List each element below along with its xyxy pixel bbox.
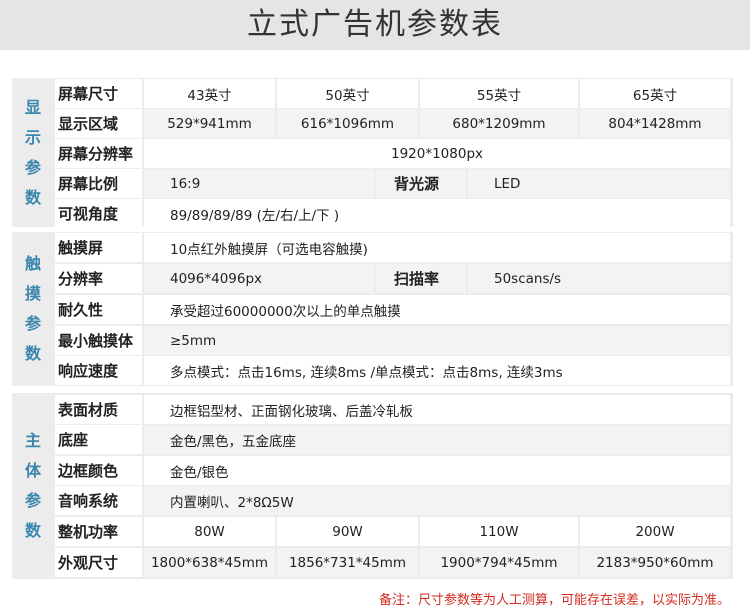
- durability-label: 耐久性: [55, 295, 142, 324]
- dimensions-value: 1800*638*45mm: [144, 548, 275, 577]
- screen-size-value: 43英寸: [144, 79, 275, 108]
- backlight-value: LED: [468, 169, 730, 198]
- min-touch-body-label: 最小触摸体: [55, 326, 142, 355]
- page-title: 立式广告机参数表: [247, 7, 503, 42]
- touch-screen-label: 触摸屏: [55, 233, 142, 262]
- frame-color-value: 金色/银色: [144, 456, 730, 485]
- screen-ratio-label: 屏幕比例: [55, 169, 142, 198]
- touch-resolution-label: 分辨率: [55, 264, 142, 293]
- viewing-angle-value: 89/89/89/89 (左/右/上/下 ): [144, 199, 730, 228]
- display-area-value: 616*1096mm: [277, 109, 418, 138]
- base-label: 底座: [55, 425, 142, 454]
- power-value: 110W: [420, 517, 578, 546]
- display-area-value: 680*1209mm: [420, 109, 578, 138]
- screen-resolution-label: 屏幕分辨率: [55, 139, 142, 168]
- screen-size-value: 50英寸: [277, 79, 418, 108]
- scan-rate-label: 扫描率: [376, 264, 466, 293]
- screen-size-value: 65英寸: [580, 79, 730, 108]
- backlight-label: 背光源: [376, 169, 466, 198]
- display-area-label: 显示区域: [55, 109, 142, 138]
- frame-color-label: 边框颜色: [55, 456, 142, 485]
- touch-section-label: 触 摸 参 数: [24, 254, 41, 363]
- screen-size-label: 屏幕尺寸: [55, 79, 142, 108]
- surface-material-value: 边框铝型材、正面钢化玻璃、后盖冷轧板: [144, 395, 730, 424]
- durability-value: 承受超过60000000次以上的单点触摸: [144, 295, 730, 324]
- surface-material-label: 表面材质: [55, 395, 142, 424]
- touch-resolution-value: 4096*4096px: [144, 264, 374, 293]
- power-value: 90W: [277, 517, 418, 546]
- audio-system-label: 音响系统: [55, 486, 142, 515]
- response-speed-value: 多点模式：点击16ms, 连续8ms /单点模式：点击8ms, 连续3ms: [144, 356, 730, 385]
- screen-size-value: 55英寸: [420, 79, 578, 108]
- power-value: 200W: [580, 517, 730, 546]
- display-section-label: 显 示 参 数: [24, 97, 41, 207]
- viewing-angle-label: 可视角度: [55, 199, 142, 228]
- min-touch-body-value: ≥5mm: [144, 326, 730, 355]
- display-area-value: 804*1428mm: [580, 109, 730, 138]
- response-speed-label: 响应速度: [55, 356, 142, 385]
- screen-ratio-value: 16:9: [144, 169, 374, 198]
- display-area-value: 529*941mm: [144, 109, 275, 138]
- dimensions-value: 1900*794*45mm: [420, 548, 578, 577]
- base-value: 金色/黑色，五金底座: [144, 425, 730, 454]
- power-value: 80W: [144, 517, 275, 546]
- touch-screen-value: 10点红外触摸屏（可选电容触摸): [144, 233, 730, 262]
- audio-system-value: 内置喇叭、2*8Ω5W: [144, 486, 730, 515]
- dimensions-label: 外观尺寸: [55, 548, 142, 577]
- dimensions-value: 1856*731*45mm: [277, 548, 418, 577]
- screen-resolution-value: 1920*1080px: [144, 139, 730, 168]
- dimensions-value: 2183*950*60mm: [580, 548, 730, 577]
- footnote: 备注：尺寸参数等为人工测算，可能存在误差，以实际为准。: [378, 593, 730, 608]
- power-label: 整机功率: [55, 517, 142, 546]
- scan-rate-value: 50scans/s: [468, 264, 730, 293]
- body-section-label: 主 体 参 数: [24, 431, 41, 540]
